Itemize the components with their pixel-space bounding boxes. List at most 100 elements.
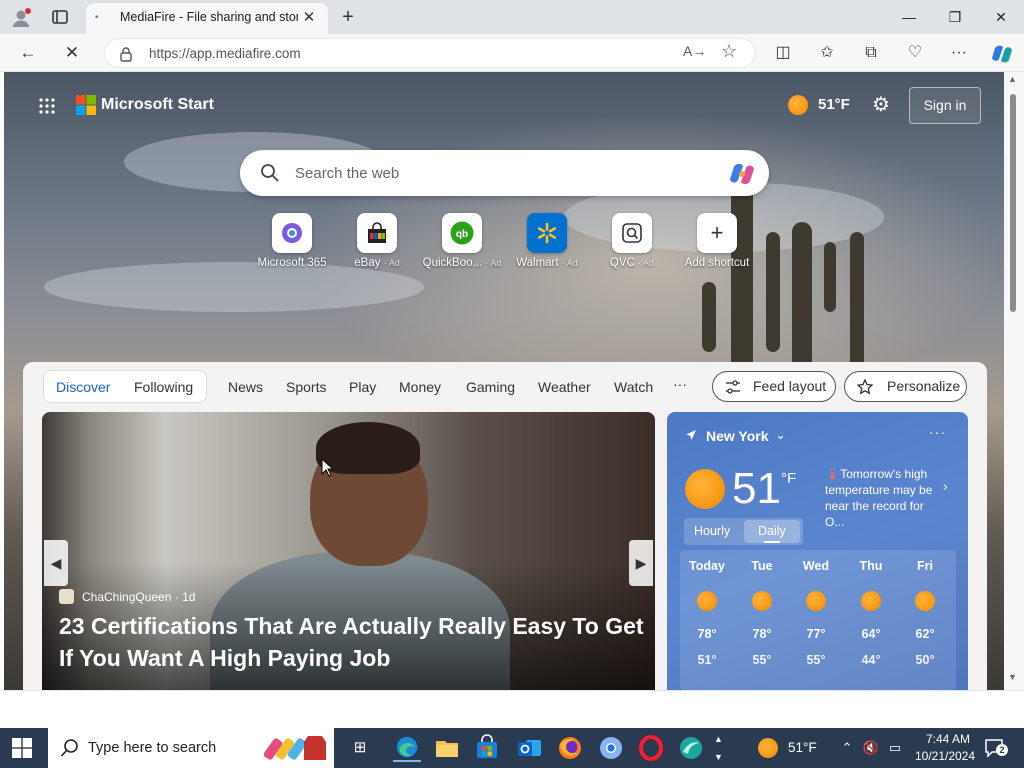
favorites-icon[interactable]: ✩ (816, 42, 838, 64)
weather-city[interactable]: New York (706, 428, 769, 444)
tab-play[interactable]: Play (349, 379, 376, 395)
daily-tab[interactable]: Daily (758, 524, 786, 538)
shortcut-tile[interactable] (527, 213, 567, 253)
tab-actions-icon[interactable] (50, 7, 70, 27)
shortcut-ebay[interactable]: eBay · Ad (335, 212, 419, 274)
read-aloud-icon[interactable]: A→ (683, 43, 706, 59)
shortcut-walmart[interactable]: Walmart · Ad (505, 212, 589, 274)
taskbar-scroll-arrows[interactable]: ▲ ▼ (714, 730, 723, 766)
tab-news[interactable]: News (228, 379, 263, 395)
carousel-next-icon[interactable]: ▶ (629, 540, 653, 586)
scroll-down-icon[interactable]: ▼ (1008, 672, 1017, 682)
hourly-tab[interactable]: Hourly (694, 524, 730, 538)
sign-in-button[interactable]: Sign in (909, 87, 981, 124)
weather-alert[interactable]: 🌡Tomorrow's high temperature may be near… (825, 466, 945, 530)
back-arrow-icon[interactable]: ← (16, 41, 40, 65)
shortcut-tile[interactable]: + (697, 213, 737, 253)
browser-essentials-icon[interactable]: ♡ (904, 42, 926, 64)
weather-more-icon[interactable]: ··· (929, 424, 946, 440)
restore-button[interactable]: ❐ (943, 6, 967, 28)
scrollbar-thumb[interactable] (1010, 94, 1016, 312)
more-options-icon[interactable]: ··· (948, 42, 970, 64)
search-highlight-icon[interactable] (264, 732, 330, 764)
network-icon[interactable]: ▭ (886, 739, 904, 757)
chevron-down-icon[interactable]: ⌄ (775, 427, 786, 443)
weather-unit[interactable]: °F (781, 470, 796, 487)
favorite-star-icon[interactable]: ☆ (721, 41, 737, 62)
copilot-icon[interactable] (990, 42, 1014, 66)
header-temperature[interactable]: 51°F (818, 96, 850, 113)
settings-gear-icon[interactable]: ⚙ (870, 94, 892, 116)
outlook-icon[interactable] (515, 734, 543, 762)
more-tabs-button[interactable]: ··· (673, 376, 687, 392)
shortcut-quickbooks[interactable]: qb QuickBoo... · Ad (420, 212, 504, 274)
windows-start-icon[interactable] (12, 738, 32, 758)
chevron-right-icon[interactable]: › (943, 478, 948, 494)
hero-story-card[interactable]: ◀ ▶ ChaChingQueen · 1d 23 Certifications… (42, 412, 655, 690)
brand-title[interactable]: Microsoft Start (101, 96, 214, 114)
copilot-icon[interactable] (728, 160, 756, 188)
shortcut-tile[interactable] (272, 213, 312, 253)
tab-money[interactable]: Money (399, 379, 441, 395)
taskbar-temperature[interactable]: 51°F (788, 740, 817, 755)
browser-tab[interactable]: ⠂ MediaFire - File sharing and storage ✕ (86, 3, 328, 34)
web-search-box[interactable] (240, 150, 769, 196)
scroll-up-icon[interactable]: ▲ (1008, 74, 1017, 84)
story-source[interactable]: ChaChingQueen · 1d (82, 590, 195, 604)
lock-icon[interactable] (119, 46, 133, 62)
firefox-icon[interactable] (556, 734, 584, 762)
taskbar-search-box[interactable] (48, 728, 334, 768)
taskbar-search-input[interactable] (88, 728, 258, 768)
shortcut-qvc[interactable]: QVC · Ad (590, 212, 674, 274)
forecast-day[interactable]: Fri 62° 50° (898, 550, 952, 690)
microsoft-store-icon[interactable] (473, 734, 501, 762)
carousel-prev-icon[interactable]: ◀ (44, 540, 68, 586)
forecast-day[interactable]: Today 78° 51° (680, 550, 734, 690)
forecast-day[interactable]: Thu 64° 44° (844, 550, 898, 690)
stop-loading-icon[interactable]: ✕ (60, 41, 84, 65)
sun-icon[interactable] (788, 95, 808, 115)
forecast-day[interactable]: Tue 78° 55° (735, 550, 789, 690)
tab-title: MediaFire - File sharing and storage (120, 10, 298, 24)
collections-icon[interactable]: ⧉ (860, 42, 882, 64)
chrome-icon[interactable] (597, 734, 625, 762)
address-bar[interactable]: https://app.mediafire.com A→ ☆ (104, 38, 756, 68)
browser-app-icon[interactable] (677, 734, 705, 762)
story-headline[interactable]: 23 Certifications That Are Actually Real… (59, 610, 649, 674)
app-launcher-icon[interactable] (38, 97, 56, 115)
feed-layout-button[interactable]: Feed layout (712, 371, 836, 402)
clock-date[interactable]: 10/21/2024 (910, 749, 980, 763)
edge-taskbar-icon[interactable] (393, 734, 421, 762)
minimize-button[interactable]: — (897, 6, 921, 28)
split-screen-icon[interactable]: ◫ (772, 42, 794, 64)
new-tab-button[interactable]: + (338, 7, 358, 27)
shortcut-tile[interactable] (357, 213, 397, 253)
weather-card[interactable]: New York ⌄ ··· 51 °F 🌡Tomorrow's high te… (667, 412, 968, 690)
task-view-icon[interactable]: ⊞ (350, 738, 370, 758)
shortcut-tile[interactable]: qb (442, 213, 482, 253)
personalize-button[interactable]: Personalize (844, 371, 967, 402)
tab-following[interactable]: Following (134, 379, 193, 395)
volume-muted-icon[interactable]: 🔇 (862, 739, 880, 757)
tab-gaming[interactable]: Gaming (466, 379, 515, 395)
close-window-button[interactable]: ✕ (989, 6, 1013, 28)
tab-sports[interactable]: Sports (286, 379, 326, 395)
tab-discover[interactable]: Discover (56, 379, 110, 395)
shortcut-microsoft-365[interactable]: Microsoft 365 (250, 212, 334, 274)
clock-time[interactable]: 7:44 AM (918, 732, 978, 746)
page-scrollbar[interactable]: ▲ ▼ (1004, 72, 1024, 690)
profile-icon[interactable] (10, 7, 32, 29)
chevron-up-icon[interactable]: ⌃ (838, 739, 856, 757)
shortcut-tile[interactable] (612, 213, 652, 253)
forecast-day[interactable]: Wed 77° 55° (789, 550, 843, 690)
feed-panel: Discover Following News Sports Play Mone… (23, 362, 987, 690)
opera-icon[interactable] (637, 734, 665, 762)
search-input[interactable] (295, 155, 715, 191)
file-explorer-icon[interactable] (433, 734, 461, 762)
shortcut-add[interactable]: + Add shortcut (675, 212, 759, 274)
close-tab-button[interactable]: ✕ (300, 9, 318, 27)
sun-icon[interactable] (758, 738, 778, 758)
tab-watch[interactable]: Watch (614, 379, 653, 395)
tab-weather[interactable]: Weather (538, 379, 591, 395)
url-text[interactable]: https://app.mediafire.com (149, 46, 301, 61)
